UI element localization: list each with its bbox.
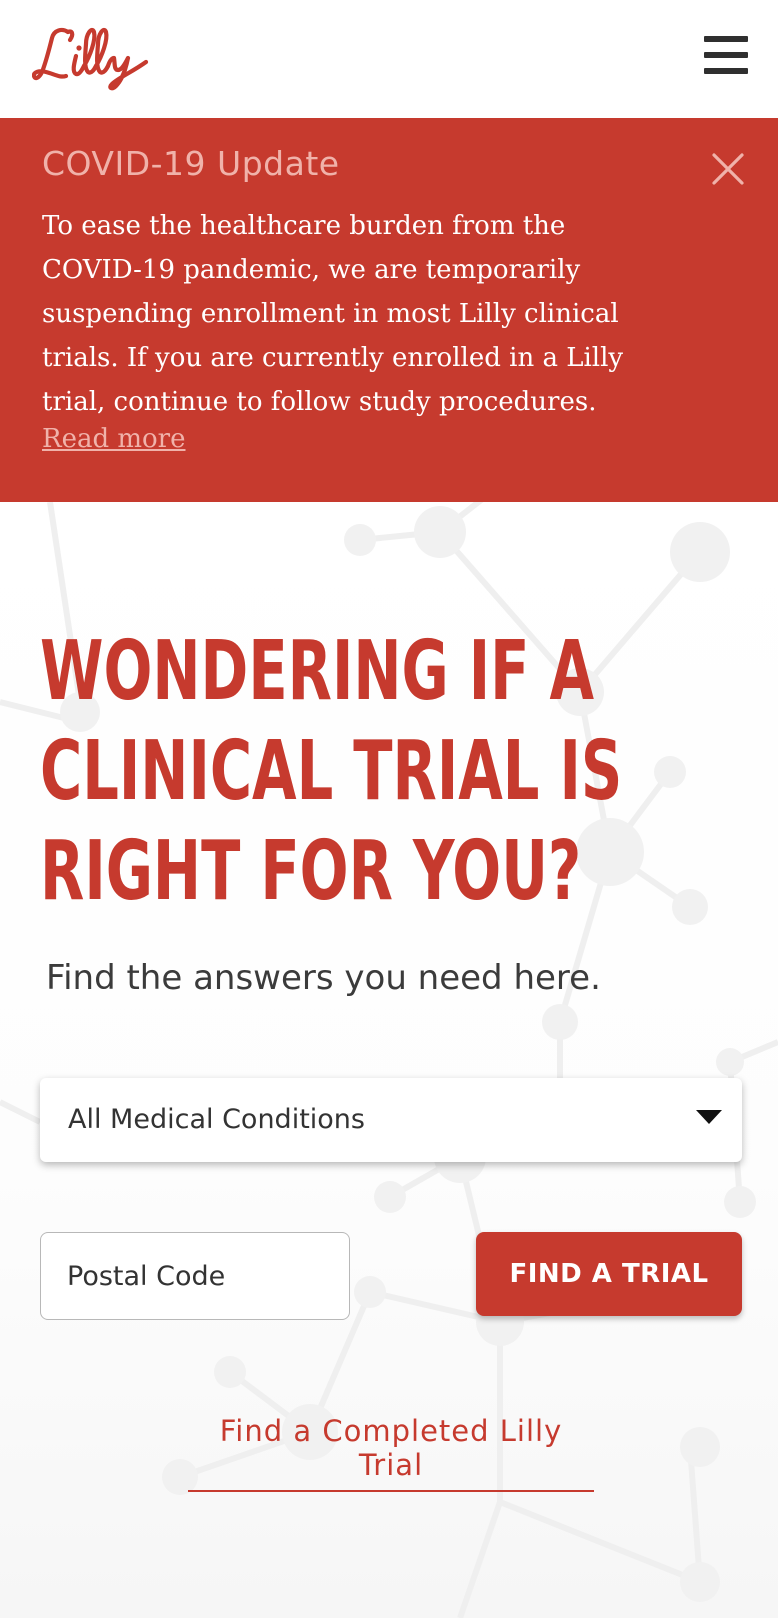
banner-body-text: To ease the healthcare burden from the C… [42,211,624,417]
postal-code-input[interactable] [40,1232,350,1320]
find-a-trial-button[interactable]: FIND A TRIAL [476,1232,742,1316]
close-icon [712,153,744,185]
lilly-logo[interactable] [31,22,158,94]
caret-down-icon [696,1110,722,1124]
banner-title: COVID-19 Update [42,144,340,183]
selected-condition-value: All Medical Conditions [68,1104,365,1135]
page: COVID-19 Update To ease the healthcare b… [0,0,778,1618]
lilly-logo-icon [31,27,149,91]
medical-condition-select[interactable]: All Medical Conditions [40,1078,742,1162]
covid-update-banner: COVID-19 Update To ease the healthcare b… [0,118,778,502]
hamburger-menu-button[interactable] [704,36,750,78]
find-completed-trial-link[interactable]: Find a Completed Lilly Trial [188,1414,594,1492]
hero-heading: WONDERING IF A CLINICAL TRIAL IS RIGHT F… [40,624,623,919]
hamburger-menu-icon-bar [704,68,748,74]
hamburger-menu-icon-bar [704,52,748,58]
site-header [0,0,778,118]
close-banner-button[interactable] [710,151,746,187]
read-more-link[interactable]: Read more [42,424,186,454]
hero-subheading: Find the answers you need here. [46,958,601,998]
hamburger-menu-icon [704,36,748,42]
